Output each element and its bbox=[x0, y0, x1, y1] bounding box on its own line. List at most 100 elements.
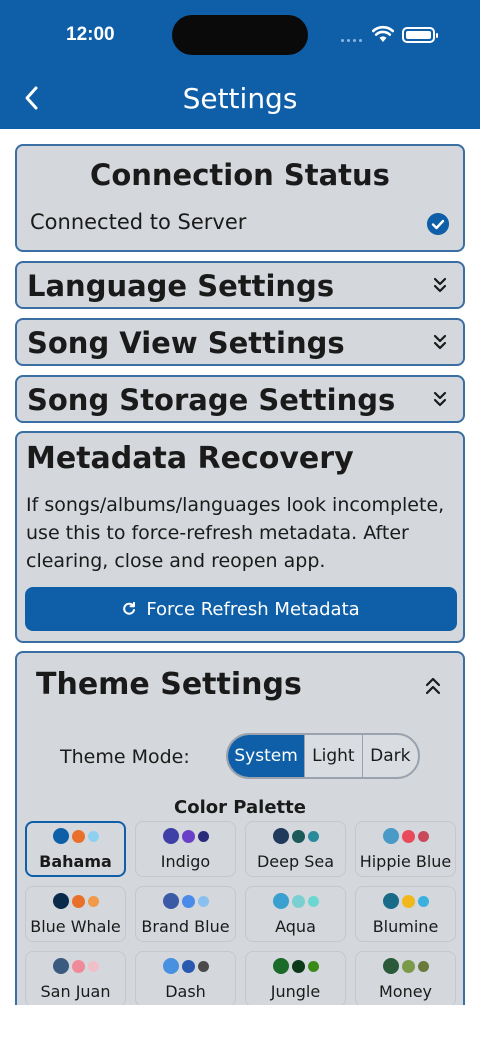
palette-swatch-name: Money bbox=[378, 982, 433, 1001]
connection-status-text: Connected to Server bbox=[30, 210, 247, 234]
palette-color-dot bbox=[71, 959, 85, 973]
palette-color-dot bbox=[197, 830, 209, 842]
palette-color-dot bbox=[162, 828, 179, 844]
palette-swatch[interactable]: Indigo bbox=[135, 821, 236, 877]
palette-color-dots bbox=[246, 893, 345, 909]
status-time: 12:00 bbox=[66, 24, 115, 45]
metadata-recovery-card: Metadata Recovery If songs/albums/langua… bbox=[15, 431, 465, 643]
palette-color-dot bbox=[181, 894, 195, 908]
palette-swatch[interactable]: Jungle bbox=[245, 951, 346, 1007]
palette-color-dot bbox=[401, 829, 415, 843]
palette-swatch[interactable]: Aqua bbox=[245, 886, 346, 942]
theme-mode-system[interactable]: System bbox=[228, 735, 306, 777]
palette-color-dot bbox=[272, 828, 289, 844]
palette-swatch[interactable]: San Juan bbox=[25, 951, 126, 1007]
theme-settings-card: Theme Settings Theme Mode: System Light … bbox=[15, 651, 465, 1031]
palette-color-dot bbox=[272, 893, 289, 909]
palette-color-dot bbox=[181, 829, 195, 843]
theme-settings-title: Theme Settings bbox=[36, 667, 302, 702]
palette-swatch[interactable]: Hippie Blue bbox=[355, 821, 456, 877]
palette-swatch[interactable]: Blumine bbox=[355, 886, 456, 942]
language-settings-section[interactable]: Language Settings bbox=[15, 261, 465, 309]
palette-color-dot bbox=[382, 893, 399, 909]
metadata-recovery-description: If songs/albums/languages look incomplet… bbox=[26, 494, 445, 572]
palette-color-dot bbox=[382, 828, 399, 844]
dynamic-island bbox=[172, 15, 308, 55]
color-palette-label: Color Palette bbox=[174, 797, 306, 818]
connection-status-card: Connection Status Connected to Server bbox=[15, 144, 465, 252]
refresh-icon bbox=[123, 602, 136, 615]
palette-swatch-name: Blue Whale bbox=[30, 917, 121, 936]
language-settings-label: Language Settings bbox=[27, 269, 335, 303]
palette-color-dot bbox=[291, 829, 305, 843]
song-storage-settings-section[interactable]: Song Storage Settings bbox=[15, 375, 465, 423]
palette-color-dot bbox=[87, 895, 99, 907]
chevron-double-down-icon bbox=[433, 334, 447, 350]
palette-color-dot bbox=[181, 959, 195, 973]
palette-color-dots bbox=[356, 958, 455, 974]
force-refresh-label: Force Refresh Metadata bbox=[146, 598, 360, 620]
app-header: 12:00 Settings bbox=[0, 0, 480, 129]
palette-swatch-name: Aqua bbox=[275, 917, 316, 936]
palette-color-dots bbox=[356, 828, 455, 844]
palette-color-dots bbox=[246, 958, 345, 974]
chevron-double-up-icon[interactable] bbox=[425, 677, 441, 695]
palette-color-dot bbox=[52, 893, 69, 909]
page-bottom-area bbox=[0, 1005, 480, 1043]
palette-color-dot bbox=[307, 895, 319, 907]
palette-color-dot bbox=[382, 958, 399, 974]
palette-color-dot bbox=[52, 958, 69, 974]
palette-color-dot bbox=[417, 960, 429, 972]
theme-mode-label: Theme Mode: bbox=[60, 746, 190, 768]
palette-color-dots bbox=[246, 828, 345, 844]
palette-swatch-name: Blumine bbox=[372, 917, 439, 936]
song-view-settings-section[interactable]: Song View Settings bbox=[15, 318, 465, 366]
palette-color-dot bbox=[87, 960, 99, 972]
theme-mode-light[interactable]: Light bbox=[305, 735, 363, 777]
palette-swatch-name: Indigo bbox=[160, 852, 211, 871]
palette-swatch[interactable]: Money bbox=[355, 951, 456, 1007]
palette-color-dot bbox=[291, 959, 305, 973]
palette-color-dot bbox=[87, 830, 99, 842]
palette-swatch-name: Deep Sea bbox=[256, 852, 335, 871]
palette-swatch-name: San Juan bbox=[40, 982, 111, 1001]
theme-mode-segmented-control: System Light Dark bbox=[226, 733, 420, 779]
palette-swatch[interactable]: Dash bbox=[135, 951, 236, 1007]
palette-swatch[interactable]: Brand Blue bbox=[135, 886, 236, 942]
palette-swatch[interactable]: Blue Whale bbox=[25, 886, 126, 942]
palette-color-dot bbox=[291, 894, 305, 908]
palette-color-dot bbox=[162, 893, 179, 909]
palette-color-dot bbox=[197, 960, 209, 972]
chevron-double-down-icon bbox=[433, 277, 447, 293]
palette-color-dots bbox=[136, 893, 235, 909]
palette-color-dot bbox=[71, 894, 85, 908]
palette-color-dots bbox=[136, 958, 235, 974]
palette-swatch-name: Jungle bbox=[270, 982, 321, 1001]
palette-swatch-name: Brand Blue bbox=[141, 917, 230, 936]
song-storage-settings-label: Song Storage Settings bbox=[27, 383, 396, 417]
palette-swatch[interactable]: Deep Sea bbox=[245, 821, 346, 877]
palette-swatch-name: Bahama bbox=[39, 852, 112, 871]
palette-color-dot bbox=[307, 960, 319, 972]
force-refresh-metadata-button[interactable]: Force Refresh Metadata bbox=[25, 587, 457, 631]
palette-color-dot bbox=[401, 894, 415, 908]
chevron-double-down-icon bbox=[433, 391, 447, 407]
page-title: Settings bbox=[182, 82, 298, 115]
palette-color-dots bbox=[26, 958, 125, 974]
palette-color-dot bbox=[52, 828, 69, 844]
song-view-settings-label: Song View Settings bbox=[27, 326, 345, 360]
wifi-icon bbox=[372, 25, 394, 42]
palette-color-dot bbox=[417, 830, 429, 842]
palette-swatch[interactable]: Bahama bbox=[25, 821, 126, 877]
palette-color-dot bbox=[272, 958, 289, 974]
connection-status-title: Connection Status bbox=[90, 158, 390, 192]
palette-color-dot bbox=[71, 829, 85, 843]
theme-mode-dark[interactable]: Dark bbox=[363, 735, 418, 777]
palette-color-dots bbox=[356, 893, 455, 909]
check-circle-icon bbox=[427, 213, 449, 235]
palette-swatch-name: Hippie Blue bbox=[359, 852, 452, 871]
cellular-signal-icon bbox=[341, 39, 362, 42]
palette-color-dot bbox=[162, 958, 179, 974]
palette-color-dot bbox=[197, 895, 209, 907]
metadata-recovery-title: Metadata Recovery bbox=[26, 441, 354, 476]
